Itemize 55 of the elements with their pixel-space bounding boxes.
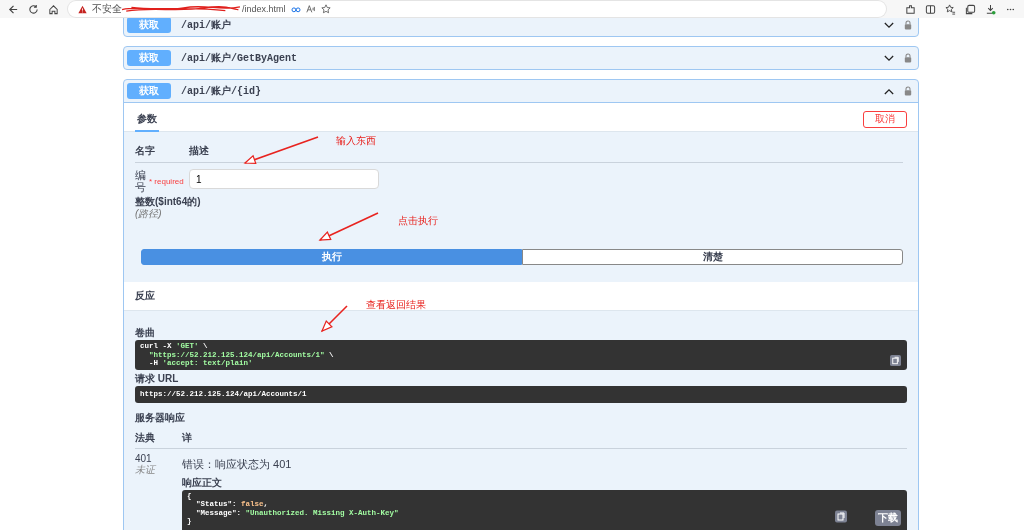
lock-icon[interactable] xyxy=(904,20,912,30)
copy-icon[interactable] xyxy=(835,509,847,523)
endpoint-path: /api/账户 xyxy=(181,18,231,32)
column-header: 名字 xyxy=(135,144,156,158)
parameter-location: (路径) xyxy=(135,208,162,219)
section-title: 反应 xyxy=(135,289,155,303)
input-field[interactable]: 1 xyxy=(189,169,379,189)
operation-header[interactable]: 获取 /api/账户 xyxy=(124,18,918,36)
split-screen-icon[interactable] xyxy=(925,3,936,15)
request-url-label: 请求 URL xyxy=(135,372,180,384)
lock-icon[interactable] xyxy=(904,86,912,96)
collections-icon[interactable] xyxy=(965,3,976,15)
clear-button[interactable]: 清楚 xyxy=(522,249,903,265)
address-bar[interactable]: 不安全 /index.html xyxy=(68,1,886,17)
response-body-label: 响应正文 xyxy=(182,476,223,488)
translate-icon[interactable] xyxy=(290,4,301,14)
annotation-arrow xyxy=(318,212,379,241)
method-badge: 获取 xyxy=(127,50,171,66)
star-icon[interactable] xyxy=(320,4,331,14)
read-aloud-icon[interactable] xyxy=(305,4,316,14)
home-icon[interactable] xyxy=(48,3,59,15)
column-header: 详 xyxy=(182,431,192,443)
extension-icon[interactable] xyxy=(905,3,916,15)
annotation-text: 输入东西 xyxy=(336,134,376,148)
lock-icon[interactable] xyxy=(904,53,912,63)
column-header: 描述 xyxy=(189,144,209,158)
required-label: * required xyxy=(149,176,184,186)
download-icon[interactable] xyxy=(985,3,996,15)
endpoint-path: /api/账户/{id} xyxy=(181,84,261,98)
chevron-down-icon[interactable] xyxy=(884,54,894,62)
url-text: /index.html xyxy=(242,4,286,14)
parameter-name: 编号 xyxy=(135,169,147,193)
endpoint-path: /api/账户/GetByAgent xyxy=(181,51,297,65)
server-response-label: 服务器响应 xyxy=(135,411,186,423)
security-label: 不安全 xyxy=(92,2,122,16)
copy-icon[interactable] xyxy=(890,354,901,366)
favorites-icon[interactable] xyxy=(945,3,956,15)
chevron-down-icon[interactable] xyxy=(884,21,894,29)
chevron-up-icon[interactable] xyxy=(884,87,894,95)
error-message: 错误：响应状态为 401 xyxy=(182,457,293,470)
download-button[interactable]: 下载 xyxy=(875,509,901,526)
method-badge: 获取 xyxy=(127,18,171,33)
annotation-text: 查看返回结果 xyxy=(366,298,426,312)
annotation-text: 点击执行 xyxy=(398,214,438,228)
parameter-type: 整数($int64的) xyxy=(135,195,201,208)
operation-header[interactable]: 获取 /api/账户/GetByAgent xyxy=(124,47,918,69)
cancel-button[interactable]: 取消 xyxy=(863,110,907,128)
method-badge: 获取 xyxy=(127,83,171,99)
refresh-icon[interactable] xyxy=(28,3,39,15)
status-note: 未证 xyxy=(135,463,157,475)
curl-label: 卷曲 xyxy=(135,327,156,338)
warning-icon xyxy=(78,4,87,14)
back-icon[interactable] xyxy=(8,3,19,15)
status-code: 401 xyxy=(135,452,153,464)
column-header: 法典 xyxy=(135,431,156,443)
